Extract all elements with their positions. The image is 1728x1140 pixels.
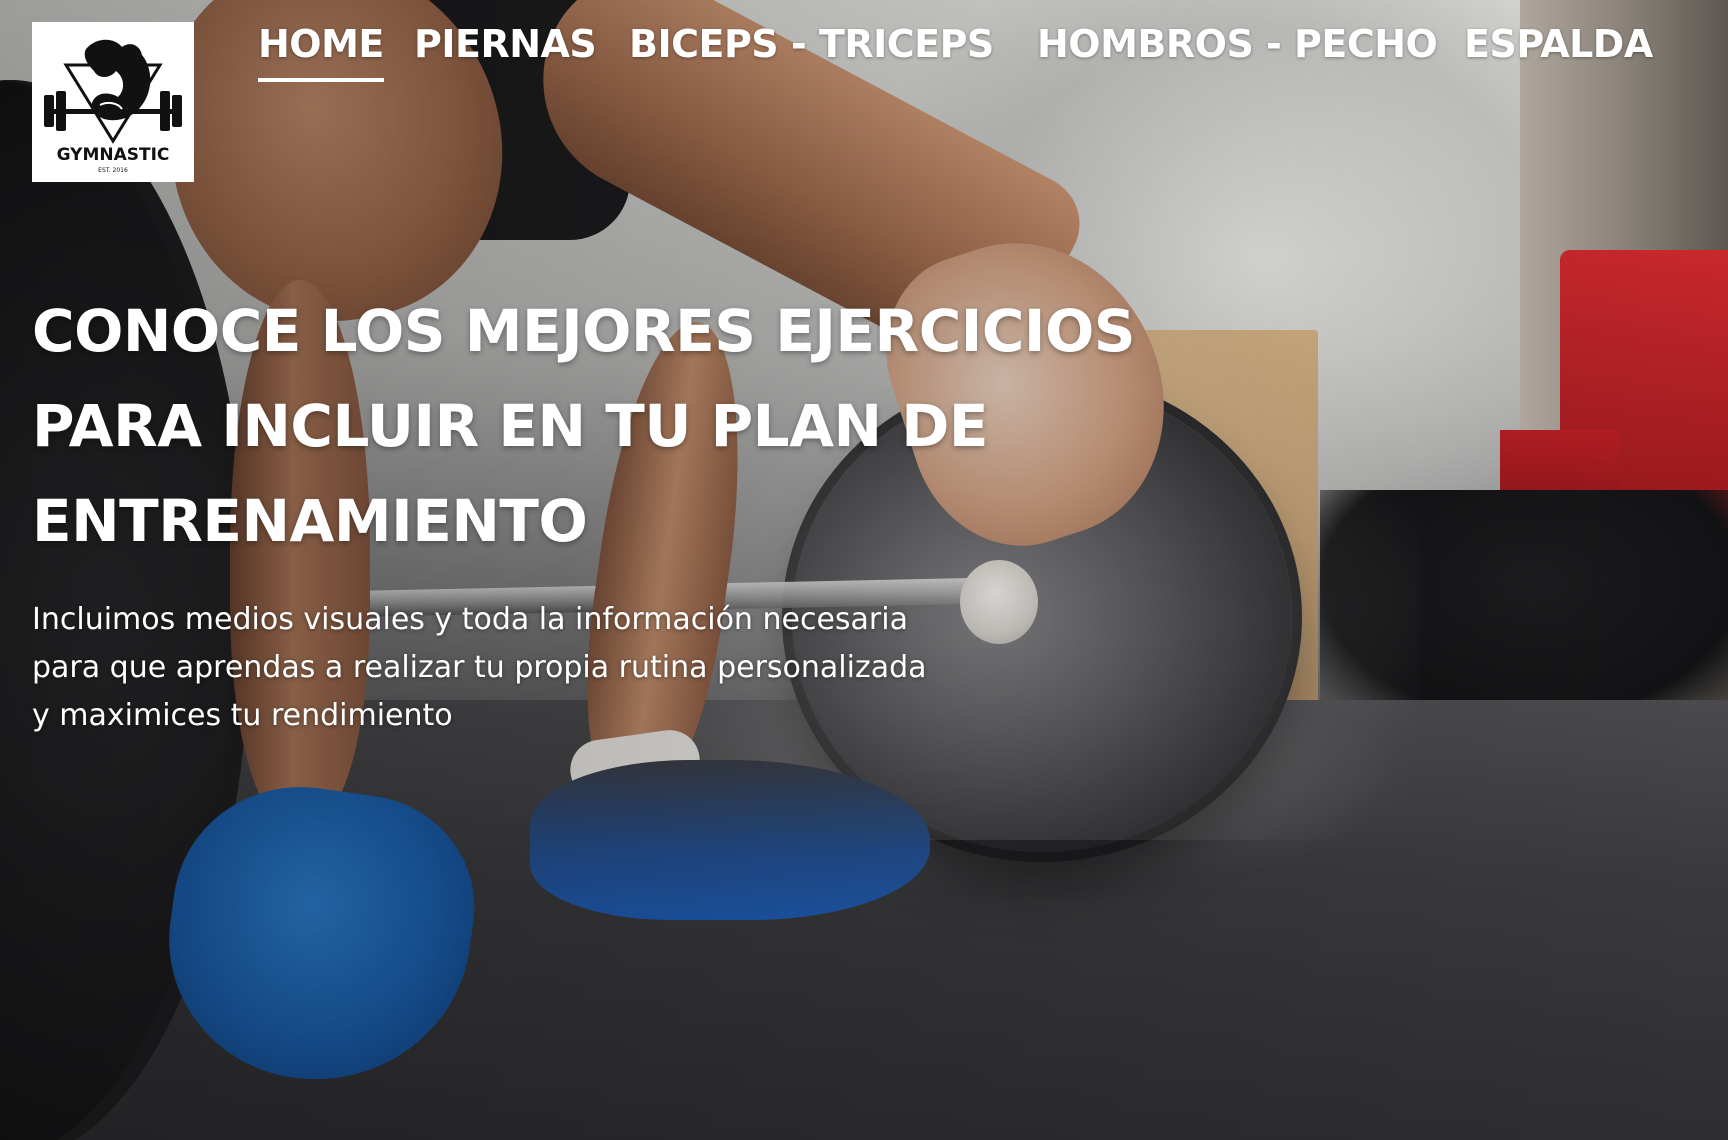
logo-text: GYMNASTIC xyxy=(56,144,170,165)
landing-page: GYMNASTIC EST. 2016 HOME PIERNAS BICEPS … xyxy=(0,0,1728,1140)
hero-subtitle-line: y maximices tu rendimiento xyxy=(32,698,453,733)
nav-item-hombros-pecho[interactable]: HOMBROS - PECHO xyxy=(1037,22,1438,66)
hero-subtitle: Incluimos medios visuales y toda la info… xyxy=(32,596,982,740)
gymnastic-logo[interactable]: GYMNASTIC EST. 2016 xyxy=(32,22,194,182)
hero-title-line: PARA INCLUIR EN TU PLAN DE xyxy=(32,392,988,460)
nav-item-espalda[interactable]: ESPALDA xyxy=(1464,22,1653,66)
logo-subtext: EST. 2016 xyxy=(98,166,128,174)
nav-item-home[interactable]: HOME xyxy=(258,22,384,82)
hero-background-image xyxy=(0,0,1728,1140)
flexed-arm-barbell-icon xyxy=(44,39,182,144)
hero-title: CONOCE LOS MEJORES EJERCICIOS PARA INCLU… xyxy=(32,284,1212,569)
hero-title-line: CONOCE LOS MEJORES EJERCICIOS xyxy=(32,297,1136,365)
hero-subtitle-line: Incluimos medios visuales y toda la info… xyxy=(32,602,908,637)
hero-subtitle-line: para que aprendas a realizar tu propia r… xyxy=(32,650,927,685)
hero-title-line: ENTRENAMIENTO xyxy=(32,487,588,555)
nav-item-piernas[interactable]: PIERNAS xyxy=(414,22,597,66)
nav-item-biceps-triceps[interactable]: BICEPS - TRICEPS xyxy=(629,22,994,66)
